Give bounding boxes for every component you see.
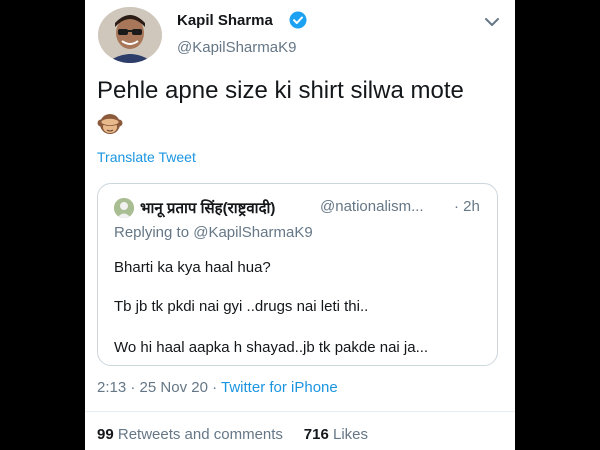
quoted-author-handle[interactable]: @nationalism...: [320, 198, 424, 215]
author-avatar[interactable]: [98, 7, 162, 63]
chevron-down-icon[interactable]: [484, 15, 500, 29]
tweet-time[interactable]: 2:13: [97, 379, 126, 396]
tweet-text: Pehle apne size ki shirt silwa mote: [97, 77, 464, 104]
tweet-date[interactable]: 25 Nov 20: [140, 379, 208, 396]
quoted-text-line: Wo hi haal aapka h shayad..jb tk pakde n…: [114, 339, 429, 356]
tweet-meta: 2:13 · 25 Nov 20 · Twitter for iPhone: [97, 379, 338, 396]
author-name[interactable]: Kapil Sharma: [177, 12, 273, 29]
verified-badge-icon: [289, 11, 307, 29]
quoted-author-avatar[interactable]: [114, 198, 134, 218]
meta-separator: ·: [212, 379, 218, 396]
quoted-text-line: Bharti ka kya haal hua?: [114, 259, 271, 276]
meta-separator: ·: [130, 379, 136, 396]
author-handle[interactable]: @KapilSharmaK9: [177, 39, 296, 56]
see-no-evil-monkey-icon: [97, 111, 123, 137]
replying-to-text: Replying to @KapilSharmaK9: [114, 224, 313, 241]
retweets-label: Retweets and comments: [117, 426, 283, 443]
tweet-source-link[interactable]: Twitter for iPhone: [221, 379, 338, 396]
divider: [85, 411, 515, 412]
tweet-card: Kapil Sharma @KapilSharmaK9 Pehle apne s…: [85, 0, 515, 450]
likes-label: Likes: [332, 426, 369, 443]
retweets-count: 99: [97, 426, 114, 443]
quoted-tweet[interactable]: भानू प्रताप सिंह(राष्ट्रवादी) @nationali…: [97, 183, 498, 366]
likes-stat[interactable]: 716 Likes: [304, 426, 368, 443]
quoted-text-line: Tb jb tk pkdi nai gyi ..drugs nai leti t…: [114, 298, 369, 315]
screenshot-canvas: Kapil Sharma @KapilSharmaK9 Pehle apne s…: [0, 0, 600, 450]
retweets-stat[interactable]: 99 Retweets and comments: [97, 426, 283, 443]
tweet-stats: 99 Retweets and comments 716 Likes: [97, 426, 368, 443]
quoted-tweet-time: · 2h: [454, 198, 480, 215]
likes-count: 716: [303, 426, 329, 443]
translate-tweet-link[interactable]: Translate Tweet: [97, 149, 196, 165]
quoted-author-name[interactable]: भानू प्रताप सिंह(राष्ट्रवादी): [140, 198, 275, 218]
